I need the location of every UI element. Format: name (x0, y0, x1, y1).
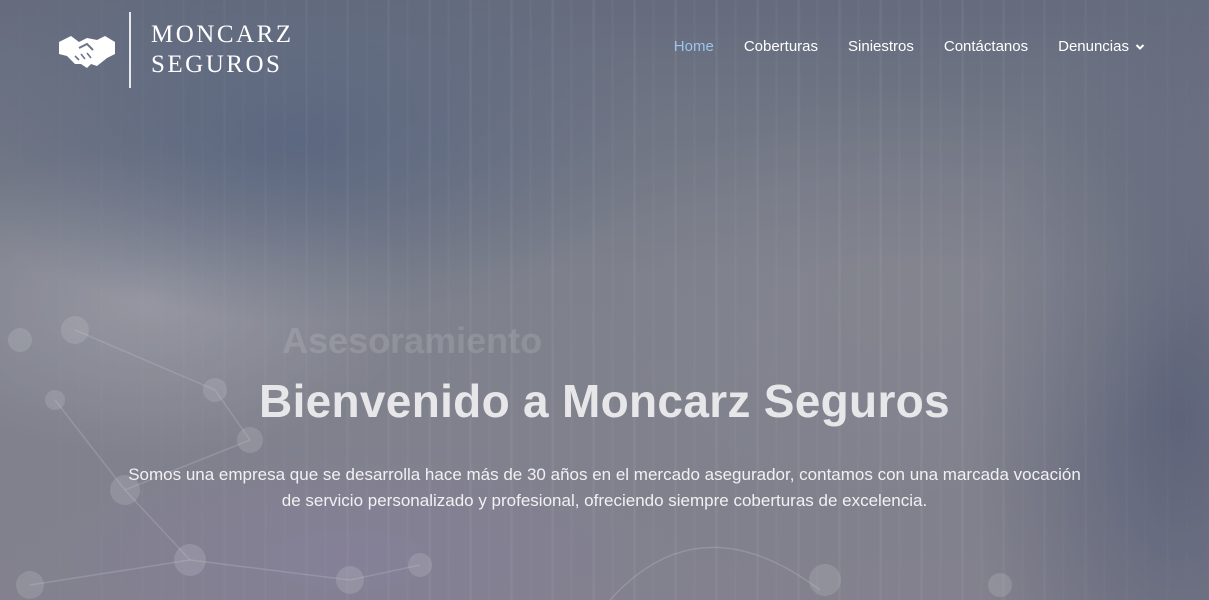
nav-item-home[interactable]: Home (674, 38, 714, 55)
nav-item-contactanos[interactable]: Contáctanos (944, 38, 1028, 55)
hero-title: Bienvenido a Moncarz Seguros (259, 375, 950, 427)
chevron-down-icon (1135, 43, 1145, 50)
site-header: MONCARZ SEGUROS Home Coberturas Siniestr… (0, 0, 1209, 100)
brand-logo[interactable]: MONCARZ SEGUROS (57, 12, 294, 88)
hero-section: MONCARZ SEGUROS Home Coberturas Siniestr… (0, 0, 1209, 600)
main-nav: Home Coberturas Siniestros Contáctanos D… (644, 38, 1145, 55)
hero-subtitle-line2: de servicio personalizado y profesional,… (281, 491, 928, 510)
nav-item-denuncias-label: Denuncias (1058, 38, 1129, 55)
logo-divider (129, 12, 131, 88)
handshake-icon (59, 36, 115, 68)
brand-name-line1: MONCARZ (151, 21, 294, 48)
nav-item-siniestros[interactable]: Siniestros (848, 38, 914, 55)
hero-subtitle-line1: Somos una empresa que se desarrolla hace… (128, 465, 1081, 484)
brand-name-line2: SEGUROS (151, 51, 283, 78)
hero-content: Bienvenido a Moncarz Seguros Somos una e… (0, 374, 1209, 514)
nav-item-coberturas[interactable]: Coberturas (744, 38, 818, 55)
hero-subtitle: Somos una empresa que se desarrolla hace… (125, 462, 1085, 514)
hero-ghost-text: Asesoramiento (282, 320, 543, 361)
nav-item-denuncias[interactable]: Denuncias (1058, 38, 1145, 55)
brand-name: MONCARZ SEGUROS (151, 20, 294, 80)
